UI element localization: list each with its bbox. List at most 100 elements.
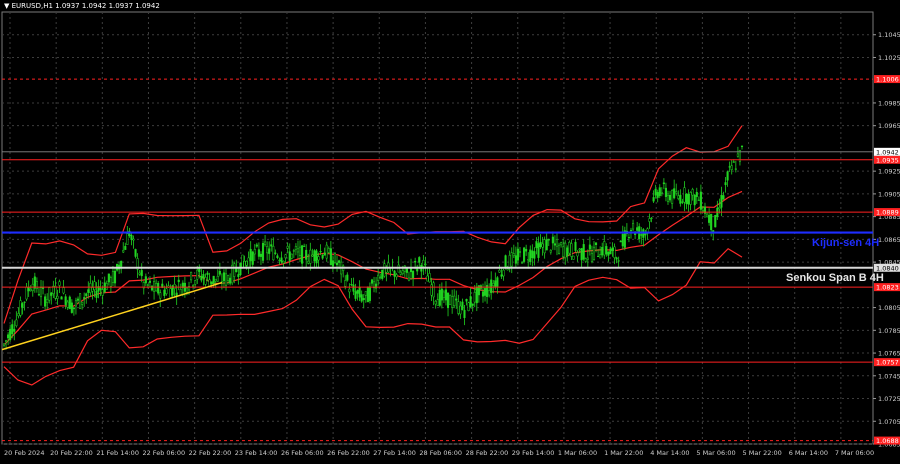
candle-body (461, 301, 464, 310)
level-price-label: 1.0935 (876, 156, 899, 164)
candle-body (412, 270, 415, 278)
price-chart[interactable]: 1.1045 1.1025 1.0985 1.0965 1.0925 1.0905 1.08… (0, 0, 900, 460)
candle-body (508, 255, 511, 268)
x-tick-label: 21 Feb 14:00 (96, 449, 139, 457)
candle-body (422, 260, 425, 267)
candle-body (730, 165, 733, 170)
candle-body (531, 250, 534, 259)
candle-body (335, 262, 339, 266)
candle-body (333, 253, 337, 263)
candle-body (245, 260, 248, 266)
candle-body (496, 277, 499, 287)
level-price-label: 1.0889 (876, 209, 899, 217)
candle-body (200, 275, 203, 281)
candle-body (194, 280, 197, 285)
candle-body (471, 303, 474, 306)
kijun-sen-label: Kijun-sen 4H (812, 236, 880, 249)
candle-body (383, 263, 386, 277)
candle-body (619, 240, 622, 243)
candle-body (457, 301, 460, 314)
candle-body (76, 298, 80, 301)
candle-body (473, 292, 476, 303)
candle-body (222, 272, 226, 282)
candle-body (436, 299, 439, 306)
y-tick-label: 1.0965 (878, 122, 900, 130)
level-price-label: 1.0823 (876, 284, 899, 292)
candle-body (520, 262, 524, 264)
candle-body (640, 234, 643, 236)
candle-body (62, 287, 65, 294)
candle-body (455, 298, 458, 301)
candle-body (401, 270, 404, 275)
candle-body (710, 213, 713, 231)
candle-body (5, 340, 8, 343)
candle-body (15, 319, 18, 327)
candle-body (636, 227, 639, 231)
x-tick-label: 5 Mar 06:00 (696, 449, 735, 457)
candle-body (428, 273, 431, 283)
candle-body (138, 272, 141, 275)
candle-body (533, 251, 536, 259)
candle-body (627, 237, 630, 239)
candle-body (89, 283, 92, 293)
candle-body (368, 286, 371, 301)
y-tick-label: 1.0985 (878, 99, 900, 107)
x-tick-label: 5 Mar 22:00 (743, 449, 782, 457)
candle-body (543, 239, 546, 254)
candle-body (671, 189, 674, 204)
y-tick-label: 1.0905 (878, 190, 900, 198)
candle-body (249, 248, 252, 262)
candle-body (599, 254, 602, 259)
candle-body (37, 294, 40, 296)
candle-body (594, 242, 598, 246)
candle-body (352, 284, 355, 292)
candle-body (212, 275, 215, 284)
candle-body (366, 287, 369, 303)
candle-body (356, 290, 359, 294)
candle-body (362, 298, 365, 301)
candle-body (494, 280, 497, 288)
candle-body (590, 252, 593, 262)
candle-body (79, 293, 82, 309)
candle-body (278, 259, 281, 261)
y-tick-label: 1.0785 (878, 327, 900, 335)
candle-body (60, 296, 63, 300)
candle-body (95, 290, 98, 298)
candle-body (134, 249, 137, 257)
x-tick-label: 22 Feb 22:00 (189, 449, 232, 457)
candle-body (545, 239, 548, 251)
candle-body (99, 288, 102, 290)
candle-body (74, 300, 77, 307)
candle-body (255, 244, 258, 247)
candle-body (190, 272, 193, 281)
candle-body (449, 295, 452, 305)
candle-body (603, 241, 606, 256)
candle-body (451, 296, 454, 308)
candle-body (165, 288, 168, 294)
candle-body (572, 255, 575, 260)
candle-body (701, 210, 704, 212)
x-tick-label: 26 Feb 06:00 (281, 449, 324, 457)
candle-body (9, 328, 12, 340)
candle-body (311, 254, 314, 257)
upper-band (3, 125, 743, 324)
candle-body (111, 271, 115, 283)
y-tick-label: 1.1025 (878, 54, 900, 62)
chart-plot: 1.1045 1.1025 1.0985 1.0965 1.0925 1.0905 1.08… (1, 11, 900, 457)
candle-body (48, 287, 51, 301)
x-tick-label: 22 Feb 06:00 (142, 449, 185, 457)
candle-body (481, 291, 485, 297)
candle-body (266, 246, 269, 254)
candle-body (724, 182, 727, 185)
candle-body (658, 187, 661, 197)
candle-body (609, 248, 612, 255)
candle-body (597, 255, 600, 258)
candle-body (488, 290, 491, 296)
candle-body (512, 253, 515, 257)
candle-body (202, 274, 205, 278)
candle-body (241, 254, 244, 269)
candle-body (307, 260, 310, 264)
candle-body (113, 270, 117, 284)
candle-body (239, 262, 242, 276)
candle-body (549, 249, 552, 253)
